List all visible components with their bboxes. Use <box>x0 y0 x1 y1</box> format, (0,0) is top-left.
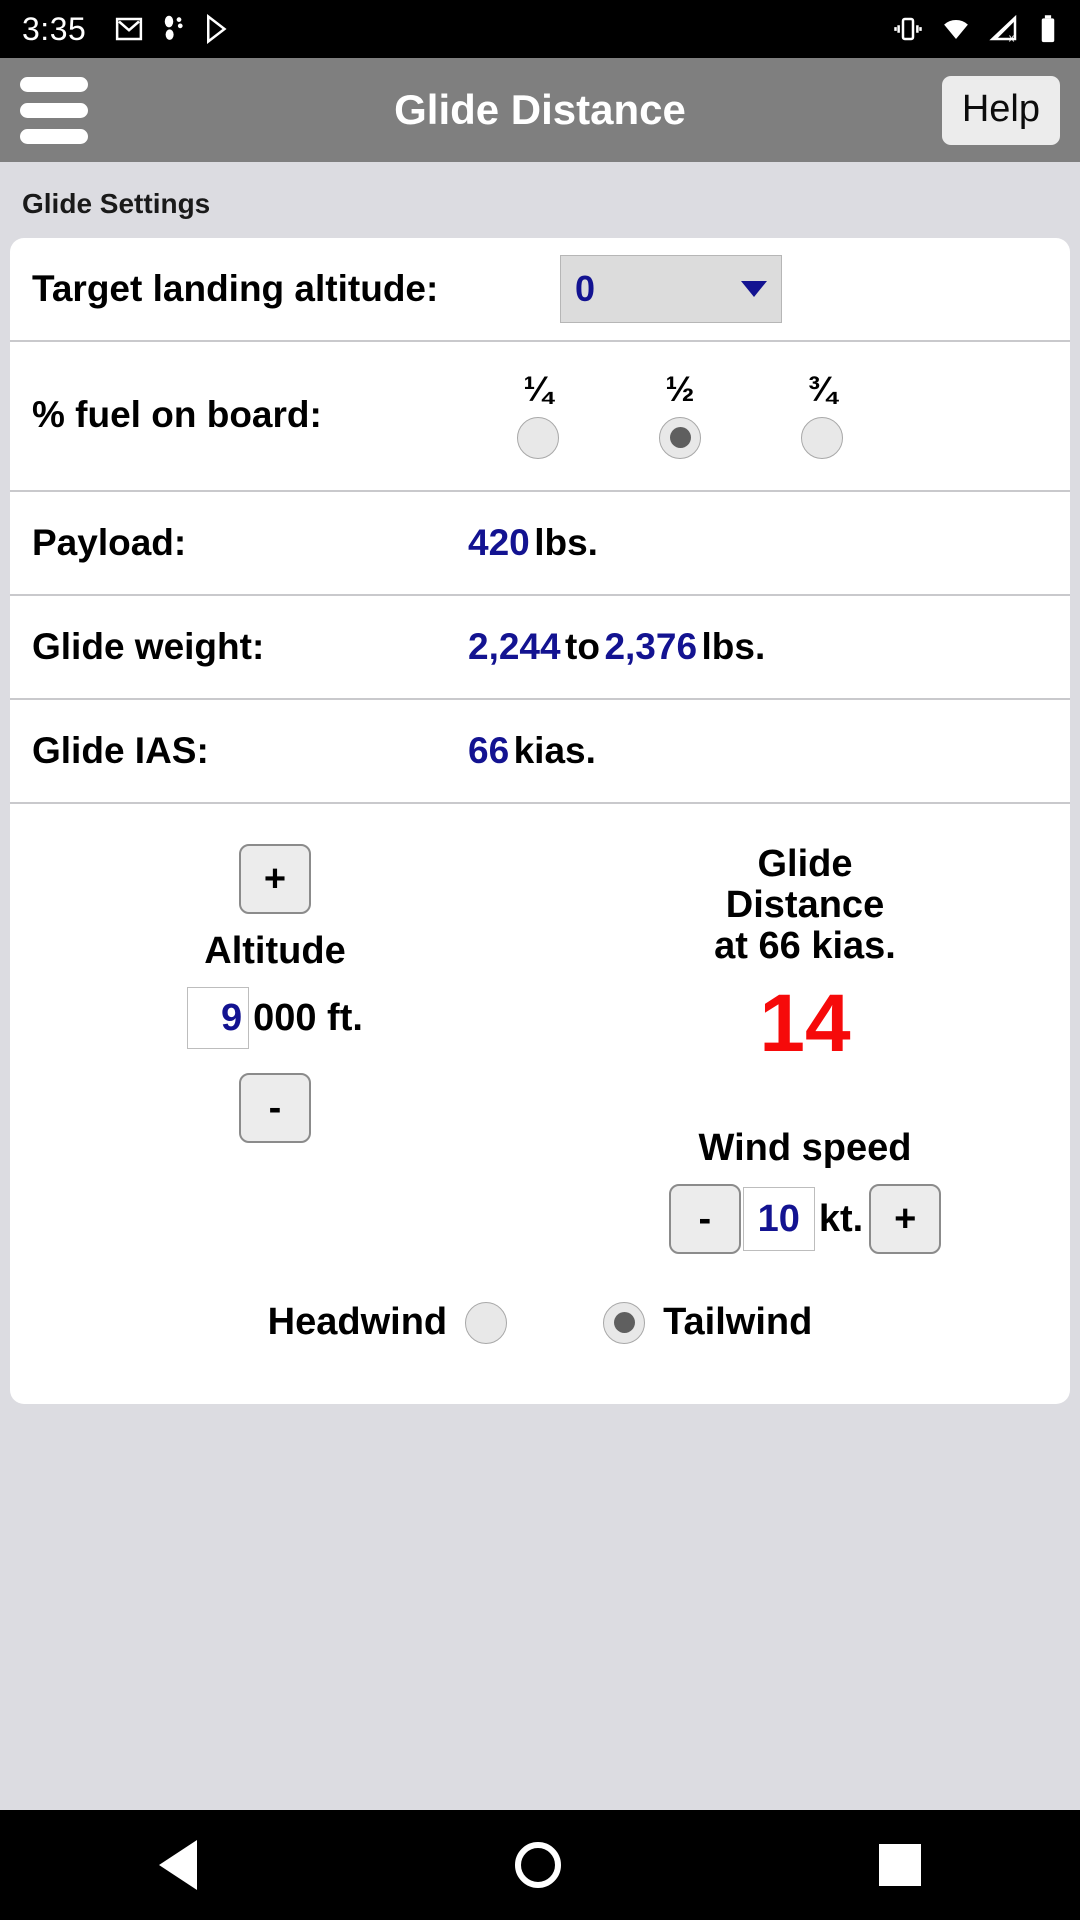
glide-distance-title-line2: Distance <box>725 884 885 927</box>
fuel-radio-half[interactable] <box>659 416 701 459</box>
glide-weight-value-area: 2,244 to 2,376 lbs. <box>468 626 1048 668</box>
row-glide-weight: Glide weight: 2,244 to 2,376 lbs. <box>10 596 1070 700</box>
payload-label: Payload: <box>32 522 187 563</box>
recent-apps-icon[interactable] <box>879 1844 921 1886</box>
glide-weight-label: Glide weight: <box>32 626 265 667</box>
target-altitude-value: 0 <box>575 268 596 309</box>
fuel-radio-quarter[interactable] <box>517 416 559 459</box>
tailwind-label: Tailwind <box>663 1301 813 1343</box>
battery-icon <box>1041 15 1055 43</box>
altitude-input[interactable]: 9 <box>187 987 250 1049</box>
hamburger-bar <box>20 128 88 144</box>
altitude-input-line: 9 000 ft. <box>187 987 363 1049</box>
wind-speed-input[interactable]: 10 <box>742 1187 815 1252</box>
status-right-icons: x <box>893 14 1058 44</box>
signal-off-icon: x <box>989 14 1017 45</box>
radio-dot <box>613 1312 635 1333</box>
svg-text:x: x <box>1009 33 1015 45</box>
app-root: 3:35 x Glide Distance Help Glide Setting… <box>0 0 1080 1920</box>
fuel-option-label: ¾ <box>807 369 837 409</box>
status-left-icons <box>114 14 230 44</box>
row-target-landing-altitude: Target landing altitude: 0 <box>10 238 1070 342</box>
android-nav-bar <box>0 1810 1080 1920</box>
status-bar: 3:35 x <box>0 0 1080 58</box>
wind-speed-unit: kt. <box>818 1197 864 1240</box>
glide-calculator-panel: + Altitude 9 000 ft. - Glide Distance at… <box>10 804 1070 1404</box>
glide-weight-unit: lbs. <box>701 626 766 667</box>
payload-unit: lbs. <box>534 522 598 563</box>
payload-value: 420 <box>468 522 530 563</box>
target-altitude-label: Target landing altitude: <box>32 268 439 309</box>
play-store-icon <box>207 14 227 44</box>
hamburger-menu-icon[interactable] <box>20 76 88 144</box>
glide-ias-unit: kias. <box>513 730 596 771</box>
back-icon[interactable] <box>159 1840 197 1890</box>
fuel-option-label: ¼ <box>523 369 553 409</box>
altitude-stepper-group: + Altitude 9 000 ft. - <box>10 844 540 1344</box>
glide-settings-card: Target landing altitude: 0 % fuel on boa… <box>10 238 1070 1404</box>
glide-result-group: Glide Distance at 66 kias. 14 Wind speed… <box>540 843 1070 1344</box>
home-icon[interactable] <box>515 1842 561 1888</box>
wifi-icon <box>944 19 968 39</box>
glide-weight-joiner: to <box>565 626 600 667</box>
wind-decrease-button[interactable]: - <box>668 1184 741 1255</box>
altitude-decrease-wrap: - <box>239 1073 311 1143</box>
hamburger-bar <box>20 102 88 118</box>
row-payload: Payload: 420 lbs. <box>10 492 1070 596</box>
glide-distance-title-line3: at 66 kias. <box>714 925 896 968</box>
glide-distance-title: Glide Distance at 66 kias. <box>714 843 896 968</box>
chevron-down-icon <box>741 281 767 297</box>
row-glide-ias: Glide IAS: 66 kias. <box>10 700 1070 804</box>
fuel-radio-group: ¼ ½ ¾ <box>498 372 862 459</box>
glide-weight-low: 2,244 <box>468 626 561 667</box>
fuel-option-half[interactable]: ½ <box>640 372 720 459</box>
target-altitude-dropdown[interactable]: 0 <box>560 255 782 323</box>
page-title: Glide Distance <box>394 86 686 133</box>
app-bar: Glide Distance Help <box>0 58 1080 162</box>
glide-distance-title-line1: Glide <box>757 843 853 885</box>
altitude-decrease-button[interactable]: - <box>239 1073 311 1143</box>
glide-weight-high: 2,376 <box>604 626 698 667</box>
tailwind-radio[interactable] <box>603 1301 646 1344</box>
status-time: 3:35 <box>22 10 87 47</box>
payload-value-area: 420 lbs. <box>468 522 1048 564</box>
glide-ias-value-area: 66 kias. <box>468 730 1048 772</box>
fuel-option-label: ½ <box>665 369 695 409</box>
glide-ias-value: 66 <box>468 730 510 771</box>
wind-speed-label: Wind speed <box>698 1127 912 1170</box>
headwind-label: Headwind <box>267 1301 448 1343</box>
headwind-radio[interactable] <box>465 1301 508 1344</box>
altitude-label: Altitude <box>204 930 346 972</box>
wind-increase-button[interactable]: + <box>869 1184 942 1255</box>
fuel-radio-three-quarter[interactable] <box>801 416 843 459</box>
wind-speed-stepper: - 10 kt. + <box>668 1184 942 1255</box>
gmail-icon <box>116 17 143 41</box>
section-header: Glide Settings <box>22 188 211 219</box>
headwind-option[interactable]: Headwind <box>267 1301 508 1344</box>
row-fuel-on-board: % fuel on board: ¼ ½ ¾ <box>10 342 1070 492</box>
fuel-label: % fuel on board: <box>32 394 322 435</box>
altitude-increase-button[interactable]: + <box>239 844 311 914</box>
fuel-option-three-quarter[interactable]: ¾ <box>782 372 862 459</box>
hamburger-bar <box>20 76 88 92</box>
help-button[interactable]: Help <box>941 75 1060 145</box>
footprints-icon <box>165 15 183 40</box>
radio-dot <box>669 427 691 448</box>
altitude-suffix: 000 ft. <box>253 996 363 1039</box>
tailwind-option[interactable]: Tailwind <box>603 1301 812 1344</box>
wind-direction-group: Headwind Tailwind <box>10 1301 1070 1344</box>
glide-distance-value: 14 <box>759 978 851 1070</box>
vibrate-icon <box>894 17 922 41</box>
glide-ias-label: Glide IAS: <box>32 730 209 771</box>
fuel-option-quarter[interactable]: ¼ <box>498 372 578 459</box>
